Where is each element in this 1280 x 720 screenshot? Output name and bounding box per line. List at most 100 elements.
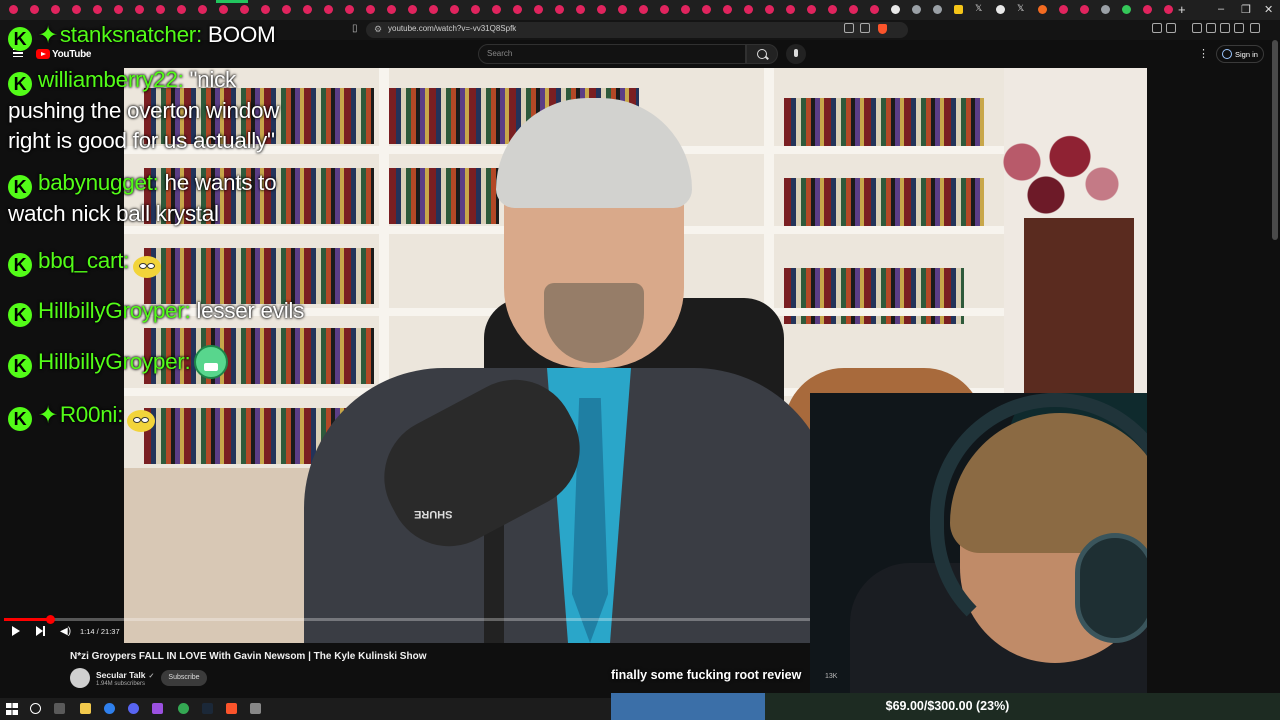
tab-favicon-icon[interactable] bbox=[849, 5, 858, 14]
tab-favicon-icon[interactable] bbox=[1059, 5, 1068, 14]
chat-username[interactable]: babynugget: bbox=[38, 170, 159, 195]
tab-favicon-icon[interactable] bbox=[1164, 5, 1173, 14]
tab-favicon-icon[interactable] bbox=[1080, 5, 1089, 14]
url-field[interactable]: ⚙ youtube.com/watch?v=-vv31Q8Spfk bbox=[366, 22, 908, 38]
speaker-icon[interactable] bbox=[250, 703, 261, 714]
tab-favicon-icon[interactable] bbox=[135, 5, 144, 14]
tab-favicon-icon[interactable] bbox=[765, 5, 774, 14]
chat-username[interactable]: bbq_cart: bbox=[38, 248, 129, 273]
tab-favicon-icon[interactable] bbox=[681, 5, 690, 14]
tab-favicon-icon[interactable] bbox=[9, 5, 18, 14]
search-button[interactable] bbox=[746, 44, 778, 64]
tab-favicon-icon[interactable] bbox=[324, 5, 333, 14]
chrome-icon[interactable] bbox=[178, 703, 189, 714]
tab-favicon-icon[interactable] bbox=[429, 5, 438, 14]
tab-favicon-icon[interactable] bbox=[1038, 5, 1047, 14]
voice-search-button[interactable] bbox=[786, 44, 806, 64]
profile-icon[interactable] bbox=[1234, 23, 1244, 33]
search-input[interactable]: Search bbox=[478, 44, 746, 64]
tab-favicon-icon[interactable] bbox=[471, 5, 480, 14]
tab-favicon-icon[interactable] bbox=[891, 5, 900, 14]
share-icon[interactable] bbox=[860, 23, 870, 33]
tab-favicon-icon[interactable] bbox=[72, 5, 81, 14]
chat-username[interactable]: stanksnatcher: bbox=[60, 22, 202, 47]
tab-favicon-icon[interactable] bbox=[555, 5, 564, 14]
chat-username[interactable]: HillbillyGroyper: bbox=[38, 298, 191, 323]
file-explorer-icon[interactable] bbox=[80, 703, 91, 714]
tab-favicon-icon[interactable] bbox=[345, 5, 354, 14]
tab-favicon-icon[interactable] bbox=[744, 5, 753, 14]
tab-favicon-icon[interactable] bbox=[786, 5, 795, 14]
tab-favicon-icon[interactable] bbox=[660, 5, 669, 14]
channel-avatar[interactable] bbox=[70, 668, 90, 688]
volume-icon[interactable]: ◀) bbox=[60, 626, 71, 637]
page-scrollbar[interactable] bbox=[1272, 40, 1278, 240]
tab-favicon-icon[interactable] bbox=[870, 5, 879, 14]
steam-icon[interactable] bbox=[202, 703, 213, 714]
like-count[interactable]: 13K bbox=[825, 673, 837, 680]
tab-favicon-icon[interactable] bbox=[534, 5, 543, 14]
sidebar-icon[interactable] bbox=[1192, 23, 1202, 33]
tab-favicon-icon[interactable] bbox=[1143, 5, 1152, 14]
tab-favicon-icon[interactable] bbox=[1101, 5, 1110, 14]
wallet-icon[interactable] bbox=[1166, 23, 1176, 33]
tab-favicon-icon[interactable] bbox=[30, 5, 39, 14]
tab-favicon-icon[interactable] bbox=[240, 5, 249, 14]
extensions-icon[interactable] bbox=[1152, 23, 1162, 33]
brave-shield-icon[interactable] bbox=[878, 24, 887, 34]
chat-username[interactable]: R00ni: bbox=[60, 402, 124, 427]
tab-favicon-icon[interactable] bbox=[408, 5, 417, 14]
browser-icon[interactable] bbox=[104, 703, 115, 714]
tab-search-icon[interactable] bbox=[1206, 23, 1216, 33]
search-icon[interactable] bbox=[30, 703, 41, 714]
tab-favicon-icon[interactable]: 𝕏 bbox=[1017, 4, 1026, 13]
tab-favicon-icon[interactable] bbox=[639, 5, 648, 14]
tab-favicon-icon[interactable] bbox=[114, 5, 123, 14]
tab-favicon-icon[interactable] bbox=[156, 5, 165, 14]
tab-favicon-icon[interactable] bbox=[723, 5, 732, 14]
tab-favicon-icon[interactable] bbox=[996, 5, 1005, 14]
tab-favicon-icon[interactable] bbox=[219, 5, 228, 14]
tab-favicon-icon[interactable] bbox=[51, 5, 60, 14]
tab-favicon-icon[interactable] bbox=[450, 5, 459, 14]
tab-favicon-icon[interactable] bbox=[828, 5, 837, 14]
tab-favicon-icon[interactable] bbox=[261, 5, 270, 14]
tab-favicon-icon[interactable] bbox=[387, 5, 396, 14]
more-options-icon[interactable]: ⋮ bbox=[1198, 47, 1209, 60]
progress-bar[interactable] bbox=[4, 615, 810, 624]
tab-favicon-icon[interactable]: 𝕏 bbox=[975, 4, 984, 13]
tab-favicon-icon[interactable] bbox=[597, 5, 606, 14]
subscribe-button[interactable]: Subscribe bbox=[161, 670, 207, 686]
chat-username[interactable]: HillbillyGroyper: bbox=[38, 349, 191, 374]
tab-favicon-icon[interactable] bbox=[177, 5, 186, 14]
close-window-button[interactable]: ✕ bbox=[1264, 3, 1273, 16]
tab-favicon-icon[interactable] bbox=[933, 5, 942, 14]
tab-favicon-icon[interactable] bbox=[576, 5, 585, 14]
progress-scrubber[interactable] bbox=[45, 615, 55, 624]
leo-icon[interactable] bbox=[1220, 23, 1230, 33]
tab-favicon-icon[interactable] bbox=[618, 5, 627, 14]
tab-favicon-icon[interactable] bbox=[702, 5, 711, 14]
bookmark-icon[interactable]: ▯ bbox=[352, 23, 358, 34]
next-button[interactable] bbox=[36, 626, 46, 636]
tab-favicon-icon[interactable] bbox=[282, 5, 291, 14]
tab-favicon-icon[interactable] bbox=[366, 5, 375, 14]
discord-icon[interactable] bbox=[128, 703, 139, 714]
minimize-button[interactable]: – bbox=[1218, 3, 1224, 15]
site-info-icon[interactable]: ⚙ bbox=[374, 24, 382, 35]
tab-favicon-icon[interactable] bbox=[954, 5, 963, 14]
tab-favicon-icon[interactable] bbox=[93, 5, 102, 14]
tab-favicon-icon[interactable] bbox=[807, 5, 816, 14]
chat-username[interactable]: williamberry22: bbox=[38, 67, 184, 92]
play-button[interactable] bbox=[12, 626, 20, 636]
channel-name[interactable]: Secular Talk ✓ bbox=[96, 670, 154, 680]
tab-favicon-icon[interactable] bbox=[513, 5, 522, 14]
tab-favicon-icon[interactable] bbox=[912, 5, 921, 14]
tab-favicon-icon[interactable] bbox=[1122, 5, 1131, 14]
new-tab-button[interactable]: + bbox=[1178, 2, 1186, 17]
app-icon[interactable] bbox=[152, 703, 163, 714]
tab-favicon-icon[interactable] bbox=[492, 5, 501, 14]
brave-icon[interactable] bbox=[226, 703, 237, 714]
sign-in-button[interactable]: Sign in bbox=[1216, 45, 1264, 63]
restore-button[interactable]: ❐ bbox=[1241, 3, 1251, 16]
